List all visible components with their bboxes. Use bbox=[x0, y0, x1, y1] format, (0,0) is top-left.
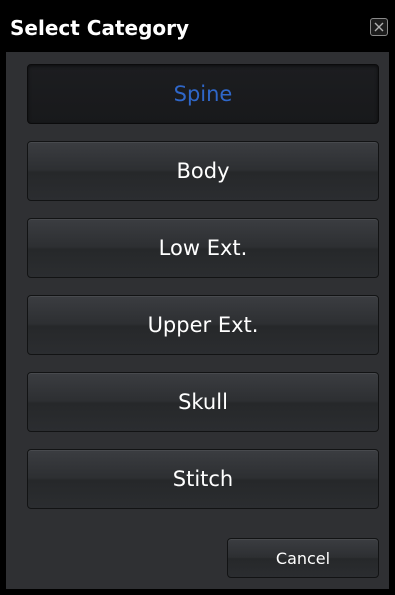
category-label: Upper Ext. bbox=[147, 313, 259, 337]
category-button-low-ext[interactable]: Low Ext. bbox=[27, 218, 379, 278]
category-label: Body bbox=[176, 159, 230, 183]
category-button-stitch[interactable]: Stitch bbox=[27, 449, 379, 509]
category-button-body[interactable]: Body bbox=[27, 141, 379, 201]
close-x-icon bbox=[374, 22, 384, 32]
cancel-label: Cancel bbox=[275, 548, 331, 568]
close-button[interactable] bbox=[370, 18, 388, 36]
category-label: Skull bbox=[178, 390, 228, 414]
category-label: Low Ext. bbox=[158, 236, 248, 260]
dialog-title: Select Category bbox=[10, 16, 190, 40]
category-button-spine[interactable]: Spine bbox=[27, 64, 379, 124]
category-button-upper-ext[interactable]: Upper Ext. bbox=[27, 295, 379, 355]
category-label: Stitch bbox=[172, 467, 234, 491]
category-label: Spine bbox=[173, 82, 233, 106]
cancel-button[interactable]: Cancel bbox=[227, 538, 379, 578]
dialog-titlebar: Select Category bbox=[6, 0, 389, 52]
category-button-skull[interactable]: Skull bbox=[27, 372, 379, 432]
select-category-dialog: Select Category Spine Body Low Ext. Uppe… bbox=[0, 0, 395, 595]
